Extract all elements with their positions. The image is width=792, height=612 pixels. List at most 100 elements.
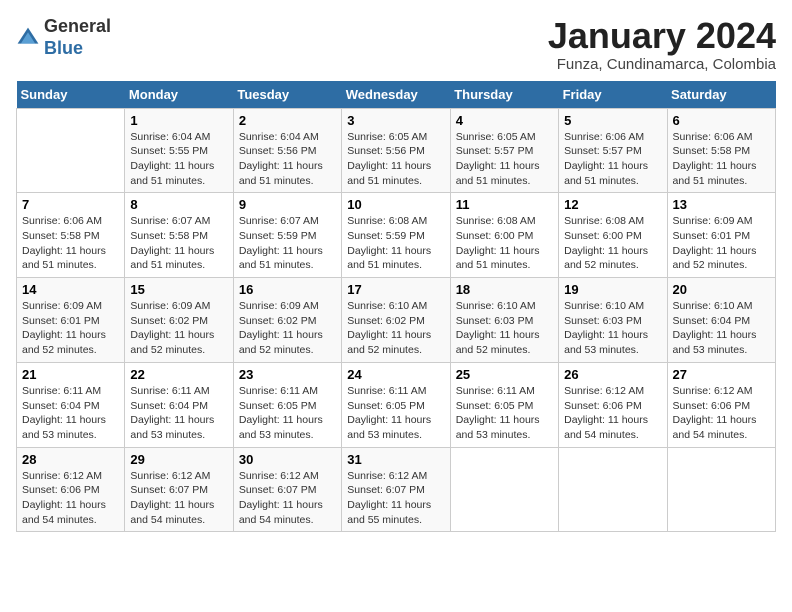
calendar-cell — [667, 447, 775, 532]
logo-blue: Blue — [44, 38, 83, 58]
title-block: January 2024 Funza, Cundinamarca, Colomb… — [548, 16, 776, 73]
day-info: Sunrise: 6:12 AMSunset: 6:06 PMDaylight:… — [673, 384, 770, 443]
page-header: General Blue January 2024 Funza, Cundina… — [16, 16, 776, 73]
calendar-cell: 13 Sunrise: 6:09 AMSunset: 6:01 PMDayligh… — [667, 193, 775, 278]
calendar-cell: 15 Sunrise: 6:09 AMSunset: 6:02 PMDayligh… — [125, 278, 233, 363]
calendar-cell: 5Sunrise: 6:06 AMSunset: 5:57 PMDaylight… — [559, 108, 667, 193]
day-info: Sunrise: 6:12 AMSunset: 6:06 PMDaylight:… — [22, 469, 119, 528]
calendar-cell: 27 Sunrise: 6:12 AMSunset: 6:06 PMDayligh… — [667, 362, 775, 447]
day-number: 31 — [347, 452, 444, 467]
day-info: Sunrise: 6:09 AMSunset: 6:02 PMDaylight:… — [239, 299, 336, 358]
day-info: Sunrise: 6:06 AMSunset: 5:58 PMDaylight:… — [22, 214, 119, 273]
calendar-cell: 31 Sunrise: 6:12 AMSunset: 6:07 PMDayligh… — [342, 447, 450, 532]
day-number: 27 — [673, 367, 770, 382]
day-info: Sunrise: 6:11 AMSunset: 6:05 PMDaylight:… — [239, 384, 336, 443]
day-info: Sunrise: 6:04 AMSunset: 5:55 PMDaylight:… — [130, 130, 227, 189]
logo-icon — [16, 26, 40, 50]
calendar-week-row: 14 Sunrise: 6:09 AMSunset: 6:01 PMDayligh… — [17, 278, 776, 363]
calendar-cell: 9 Sunrise: 6:07 AMSunset: 5:59 PMDaylight… — [233, 193, 341, 278]
day-number: 13 — [673, 197, 770, 212]
calendar-cell: 12Sunrise: 6:08 AMSunset: 6:00 PMDayligh… — [559, 193, 667, 278]
day-info: Sunrise: 6:07 AMSunset: 5:59 PMDaylight:… — [239, 214, 336, 273]
day-info: Sunrise: 6:10 AMSunset: 6:03 PMDaylight:… — [564, 299, 661, 358]
day-number: 18 — [456, 282, 553, 297]
day-number: 14 — [22, 282, 119, 297]
calendar-table: SundayMondayTuesdayWednesdayThursdayFrid… — [16, 81, 776, 533]
day-info: Sunrise: 6:10 AMSunset: 6:02 PMDaylight:… — [347, 299, 444, 358]
calendar-cell: 18 Sunrise: 6:10 AMSunset: 6:03 PMDayligh… — [450, 278, 558, 363]
day-number: 2 — [239, 113, 336, 128]
day-number: 1 — [130, 113, 227, 128]
day-number: 10 — [347, 197, 444, 212]
calendar-cell: 8 Sunrise: 6:07 AMSunset: 5:58 PMDaylight… — [125, 193, 233, 278]
day-number: 20 — [673, 282, 770, 297]
calendar-cell: 2 Sunrise: 6:04 AMSunset: 5:56 PMDaylight… — [233, 108, 341, 193]
weekday-header-tuesday: Tuesday — [233, 81, 341, 109]
day-info: Sunrise: 6:08 AMSunset: 5:59 PMDaylight:… — [347, 214, 444, 273]
day-number: 25 — [456, 367, 553, 382]
calendar-cell: 21Sunrise: 6:11 AMSunset: 6:04 PMDayligh… — [17, 362, 125, 447]
calendar-cell: 28 Sunrise: 6:12 AMSunset: 6:06 PMDayligh… — [17, 447, 125, 532]
calendar-cell: 3 Sunrise: 6:05 AMSunset: 5:56 PMDaylight… — [342, 108, 450, 193]
logo-general: General — [44, 16, 111, 36]
day-number: 3 — [347, 113, 444, 128]
calendar-week-row: 7 Sunrise: 6:06 AMSunset: 5:58 PMDaylight… — [17, 193, 776, 278]
calendar-cell: 7 Sunrise: 6:06 AMSunset: 5:58 PMDaylight… — [17, 193, 125, 278]
day-info: Sunrise: 6:10 AMSunset: 6:03 PMDaylight:… — [456, 299, 553, 358]
calendar-cell: 22Sunrise: 6:11 AMSunset: 6:04 PMDayligh… — [125, 362, 233, 447]
day-info: Sunrise: 6:06 AMSunset: 5:57 PMDaylight:… — [564, 130, 661, 189]
calendar-cell: 17 Sunrise: 6:10 AMSunset: 6:02 PMDayligh… — [342, 278, 450, 363]
calendar-cell: 19Sunrise: 6:10 AMSunset: 6:03 PMDayligh… — [559, 278, 667, 363]
weekday-header-monday: Monday — [125, 81, 233, 109]
calendar-cell — [17, 108, 125, 193]
calendar-header: SundayMondayTuesdayWednesdayThursdayFrid… — [17, 81, 776, 109]
day-info: Sunrise: 6:11 AMSunset: 6:05 PMDaylight:… — [456, 384, 553, 443]
calendar-body: 1 Sunrise: 6:04 AMSunset: 5:55 PMDaylight… — [17, 108, 776, 532]
day-info: Sunrise: 6:08 AMSunset: 6:00 PMDaylight:… — [456, 214, 553, 273]
day-number: 28 — [22, 452, 119, 467]
day-number: 29 — [130, 452, 227, 467]
day-number: 17 — [347, 282, 444, 297]
logo: General Blue — [16, 16, 111, 59]
day-info: Sunrise: 6:11 AMSunset: 6:04 PMDaylight:… — [130, 384, 227, 443]
day-info: Sunrise: 6:12 AMSunset: 6:07 PMDaylight:… — [239, 469, 336, 528]
day-number: 6 — [673, 113, 770, 128]
day-info: Sunrise: 6:08 AMSunset: 6:00 PMDaylight:… — [564, 214, 661, 273]
day-number: 7 — [22, 197, 119, 212]
day-info: Sunrise: 6:12 AMSunset: 6:07 PMDaylight:… — [130, 469, 227, 528]
day-info: Sunrise: 6:07 AMSunset: 5:58 PMDaylight:… — [130, 214, 227, 273]
weekday-header-sunday: Sunday — [17, 81, 125, 109]
logo-text: General Blue — [44, 16, 111, 59]
day-number: 8 — [130, 197, 227, 212]
day-number: 15 — [130, 282, 227, 297]
day-info: Sunrise: 6:05 AMSunset: 5:57 PMDaylight:… — [456, 130, 553, 189]
day-info: Sunrise: 6:09 AMSunset: 6:02 PMDaylight:… — [130, 299, 227, 358]
day-info: Sunrise: 6:09 AMSunset: 6:01 PMDaylight:… — [22, 299, 119, 358]
day-info: Sunrise: 6:05 AMSunset: 5:56 PMDaylight:… — [347, 130, 444, 189]
day-info: Sunrise: 6:12 AMSunset: 6:07 PMDaylight:… — [347, 469, 444, 528]
calendar-cell: 30 Sunrise: 6:12 AMSunset: 6:07 PMDayligh… — [233, 447, 341, 532]
weekday-header-saturday: Saturday — [667, 81, 775, 109]
calendar-week-row: 1 Sunrise: 6:04 AMSunset: 5:55 PMDaylight… — [17, 108, 776, 193]
day-number: 23 — [239, 367, 336, 382]
calendar-cell: 1 Sunrise: 6:04 AMSunset: 5:55 PMDaylight… — [125, 108, 233, 193]
day-number: 4 — [456, 113, 553, 128]
calendar-week-row: 21Sunrise: 6:11 AMSunset: 6:04 PMDayligh… — [17, 362, 776, 447]
weekday-header-wednesday: Wednesday — [342, 81, 450, 109]
day-info: Sunrise: 6:11 AMSunset: 6:04 PMDaylight:… — [22, 384, 119, 443]
month-title: January 2024 — [548, 16, 776, 56]
calendar-cell — [559, 447, 667, 532]
weekday-header-thursday: Thursday — [450, 81, 558, 109]
day-info: Sunrise: 6:12 AMSunset: 6:06 PMDaylight:… — [564, 384, 661, 443]
calendar-cell: 11 Sunrise: 6:08 AMSunset: 6:00 PMDayligh… — [450, 193, 558, 278]
day-number: 30 — [239, 452, 336, 467]
weekday-header-row: SundayMondayTuesdayWednesdayThursdayFrid… — [17, 81, 776, 109]
calendar-cell: 23 Sunrise: 6:11 AMSunset: 6:05 PMDayligh… — [233, 362, 341, 447]
day-number: 11 — [456, 197, 553, 212]
calendar-cell: 24Sunrise: 6:11 AMSunset: 6:05 PMDayligh… — [342, 362, 450, 447]
day-number: 9 — [239, 197, 336, 212]
calendar-cell: 25 Sunrise: 6:11 AMSunset: 6:05 PMDayligh… — [450, 362, 558, 447]
day-info: Sunrise: 6:04 AMSunset: 5:56 PMDaylight:… — [239, 130, 336, 189]
day-info: Sunrise: 6:09 AMSunset: 6:01 PMDaylight:… — [673, 214, 770, 273]
day-number: 26 — [564, 367, 661, 382]
